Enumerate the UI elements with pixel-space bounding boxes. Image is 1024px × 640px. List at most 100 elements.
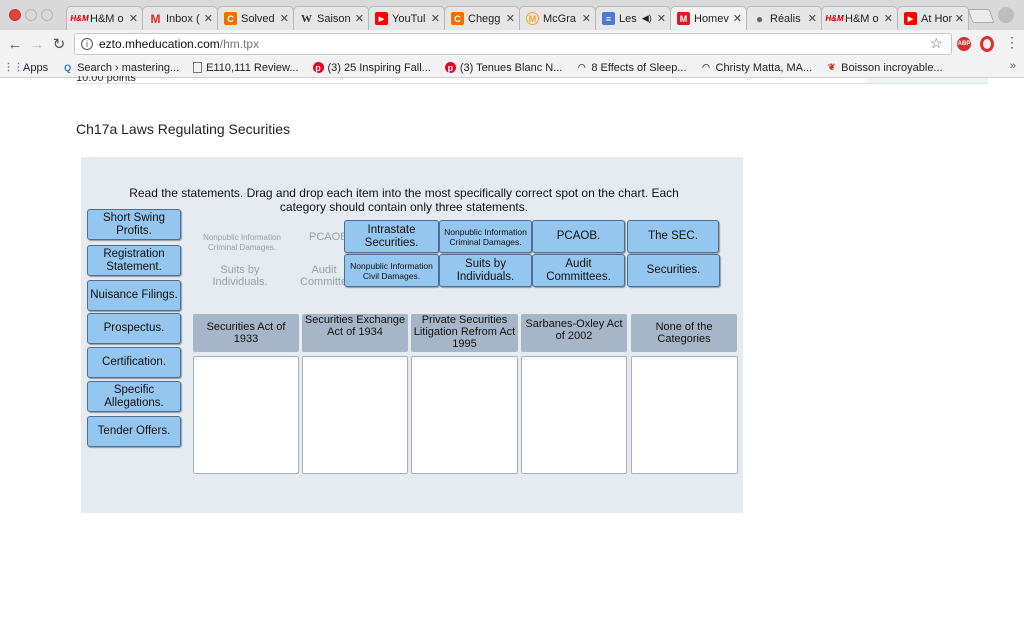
tab-title: H&M o xyxy=(90,12,124,25)
youtube-icon: ▶ xyxy=(904,12,917,25)
tab-close-icon[interactable]: ✕ xyxy=(657,12,666,25)
menu-dots-icon[interactable]: ⋮ xyxy=(1005,34,1019,51)
pinterest-icon: p xyxy=(312,62,324,73)
tab-title: Réalis xyxy=(770,12,801,25)
tab-title: Solved xyxy=(241,12,275,25)
bookmarks-overflow-button[interactable]: » xyxy=(1010,60,1016,72)
globe-icon: ◠ xyxy=(702,62,710,72)
bookmark-apps[interactable]: ⋮⋮ Apps xyxy=(4,61,49,74)
tab-close-icon[interactable]: ✕ xyxy=(280,12,289,25)
tab-title: H&M o xyxy=(845,12,879,25)
draggable-item-suits-by[interactable]: Suits by Individuals. xyxy=(439,254,532,287)
wikipedia-icon: W xyxy=(301,12,312,25)
bookmark-item[interactable]: p (3) 25 Inspiring Fall... xyxy=(312,61,431,74)
back-arrow-icon[interactable]: ← xyxy=(6,35,24,53)
draggable-item-pcaob[interactable]: PCAOB. xyxy=(532,220,625,253)
chegg-icon: C xyxy=(224,12,237,25)
browser-tab[interactable]: M Inbox ( ✕ xyxy=(142,6,218,30)
tab-close-icon[interactable]: ✕ xyxy=(884,12,893,25)
ghost-label: Suits by Individuals. xyxy=(212,264,268,288)
bookmark-item[interactable]: Q Search › mastering... xyxy=(62,62,179,74)
bookmark-item[interactable]: E110,111 Review... xyxy=(193,62,299,74)
tab-close-icon[interactable]: ✕ xyxy=(431,12,440,25)
divider xyxy=(76,83,988,84)
draggable-item-registration[interactable]: Registration Statement. xyxy=(87,245,181,276)
draggable-item-short-swing[interactable]: Short Swing Profits. xyxy=(87,209,181,240)
ghost-label: Audit Committees. xyxy=(300,264,348,288)
browser-tab-strip: H&M H&M o ✕ M Inbox ( ✕ C Solved ✕ W Sai… xyxy=(0,0,1024,30)
reload-icon[interactable]: ↻ xyxy=(50,35,68,53)
bookmarks-bar: ⋮⋮ Apps Q Search › mastering... E110,111… xyxy=(0,58,1024,78)
opera-icon[interactable] xyxy=(980,36,994,52)
browser-tab[interactable]: M Homev ✕ xyxy=(670,6,747,30)
hm-icon: H&M xyxy=(825,14,844,23)
document-icon xyxy=(193,62,203,73)
category-header: None of the Categories xyxy=(631,314,737,352)
browser-tab[interactable]: C Chegg ✕ xyxy=(444,6,520,30)
drop-zone-none-of-the-categories[interactable] xyxy=(631,356,738,474)
bookmark-item[interactable]: ◠ Christy Matta, MA... xyxy=(701,61,813,74)
browser-tab[interactable]: H&M H&M o ✕ xyxy=(66,6,143,30)
minimize-window-button[interactable] xyxy=(25,9,37,21)
category-header: Private Securities Litigation Refrom Act… xyxy=(411,314,518,352)
tab-close-icon[interactable]: ✕ xyxy=(955,12,964,25)
tab-close-icon[interactable]: ✕ xyxy=(129,12,138,25)
drop-zone-securities-act-1933[interactable] xyxy=(193,356,299,474)
url-host: ezto.mheducation.com xyxy=(99,37,220,51)
drop-zone-securities-exchange-act-1934[interactable] xyxy=(302,356,408,474)
pinterest-icon: p xyxy=(444,62,456,73)
speaker-icon: ◀) xyxy=(641,13,652,23)
bookmark-label: Search › mastering... xyxy=(77,61,180,74)
browser-tab[interactable]: ▶ YouTul ✕ xyxy=(368,6,445,30)
draggable-item-specific-allegations[interactable]: Specific Allegations. xyxy=(87,381,181,412)
bookmark-item[interactable]: p (3) Tenues Blanc N... xyxy=(444,62,562,74)
tab-close-icon[interactable]: ✕ xyxy=(506,12,515,25)
address-bar[interactable]: i ezto.mheducation.com/hm.tpx xyxy=(74,33,952,55)
apple-icon: ● xyxy=(755,11,764,26)
tab-title: Chegg xyxy=(468,12,501,25)
forward-arrow-icon[interactable]: → xyxy=(28,35,46,53)
browser-tab[interactable]: ▶ At Hor ✕ xyxy=(897,6,969,30)
browser-tab[interactable]: C Solved ✕ xyxy=(217,6,294,30)
browser-tab[interactable]: ≡ Les ◀) ✕ xyxy=(595,6,671,30)
info-icon[interactable]: i xyxy=(81,38,93,50)
tab-close-icon[interactable]: ✕ xyxy=(733,12,742,25)
browser-tab[interactable]: W Saison ✕ xyxy=(293,6,369,30)
tab-title: McGra xyxy=(543,12,576,25)
bookmark-star-icon[interactable]: ☆ xyxy=(930,35,943,52)
tab-title: Homev xyxy=(694,12,729,25)
bookmark-label: Apps xyxy=(23,61,49,74)
tab-close-icon[interactable]: ✕ xyxy=(204,12,213,25)
draggable-item-nonpublic-civil[interactable]: Nonpublic Information Civil Damages. xyxy=(344,254,439,287)
draggable-item-tender-offers[interactable]: Tender Offers. xyxy=(87,416,181,447)
profile-avatar-icon[interactable] xyxy=(998,7,1014,23)
drop-zone-private-securities-litigation-act[interactable] xyxy=(411,356,518,474)
zoom-window-button[interactable] xyxy=(41,9,53,21)
new-tab-button[interactable] xyxy=(967,9,995,23)
draggable-item-nuisance[interactable]: Nuisance Filings. xyxy=(87,280,181,311)
draggable-item-the-sec[interactable]: The SEC. xyxy=(627,220,719,253)
draggable-item-prospectus[interactable]: Prospectus. xyxy=(87,313,181,344)
tab-close-icon[interactable]: ✕ xyxy=(582,12,591,25)
draggable-item-securities[interactable]: Securities. xyxy=(627,254,720,287)
bookmark-label: Christy Matta, MA... xyxy=(715,61,813,74)
tab-close-icon[interactable]: ✕ xyxy=(808,12,817,25)
instructions-text: Read the statements. Drag and drop each … xyxy=(129,186,679,214)
browser-tab[interactable]: ● Réalis ✕ xyxy=(746,6,822,30)
browser-tab[interactable]: H&M H&M o ✕ xyxy=(821,6,898,30)
bookmark-label: (3) 25 Inspiring Fall... xyxy=(327,61,431,74)
bookmark-item[interactable]: ◠ 8 Effects of Sleep... xyxy=(576,62,687,74)
adblock-plus-icon[interactable]: ABP xyxy=(957,37,971,51)
tab-close-icon[interactable]: ✕ xyxy=(355,12,364,25)
draggable-item-certification[interactable]: Certification. xyxy=(87,347,181,378)
youtube-icon: ▶ xyxy=(375,12,388,25)
mheducation-icon: M xyxy=(677,12,690,25)
draggable-item-nonpublic-criminal[interactable]: Nonpublic Information Criminal Damages. xyxy=(439,220,532,253)
close-window-button[interactable] xyxy=(9,9,21,21)
drop-zone-sarbanes-oxley[interactable] xyxy=(521,356,627,474)
category-header: Securities Exchange Act of 1934 xyxy=(302,314,408,352)
draggable-item-intrastate[interactable]: Intrastate Securities. xyxy=(344,220,439,253)
bookmark-item[interactable]: ❦ Boisson incroyable... xyxy=(826,62,943,74)
draggable-item-audit-committees[interactable]: Audit Committees. xyxy=(532,254,625,287)
browser-tab[interactable]: M McGra ✕ xyxy=(519,6,596,30)
